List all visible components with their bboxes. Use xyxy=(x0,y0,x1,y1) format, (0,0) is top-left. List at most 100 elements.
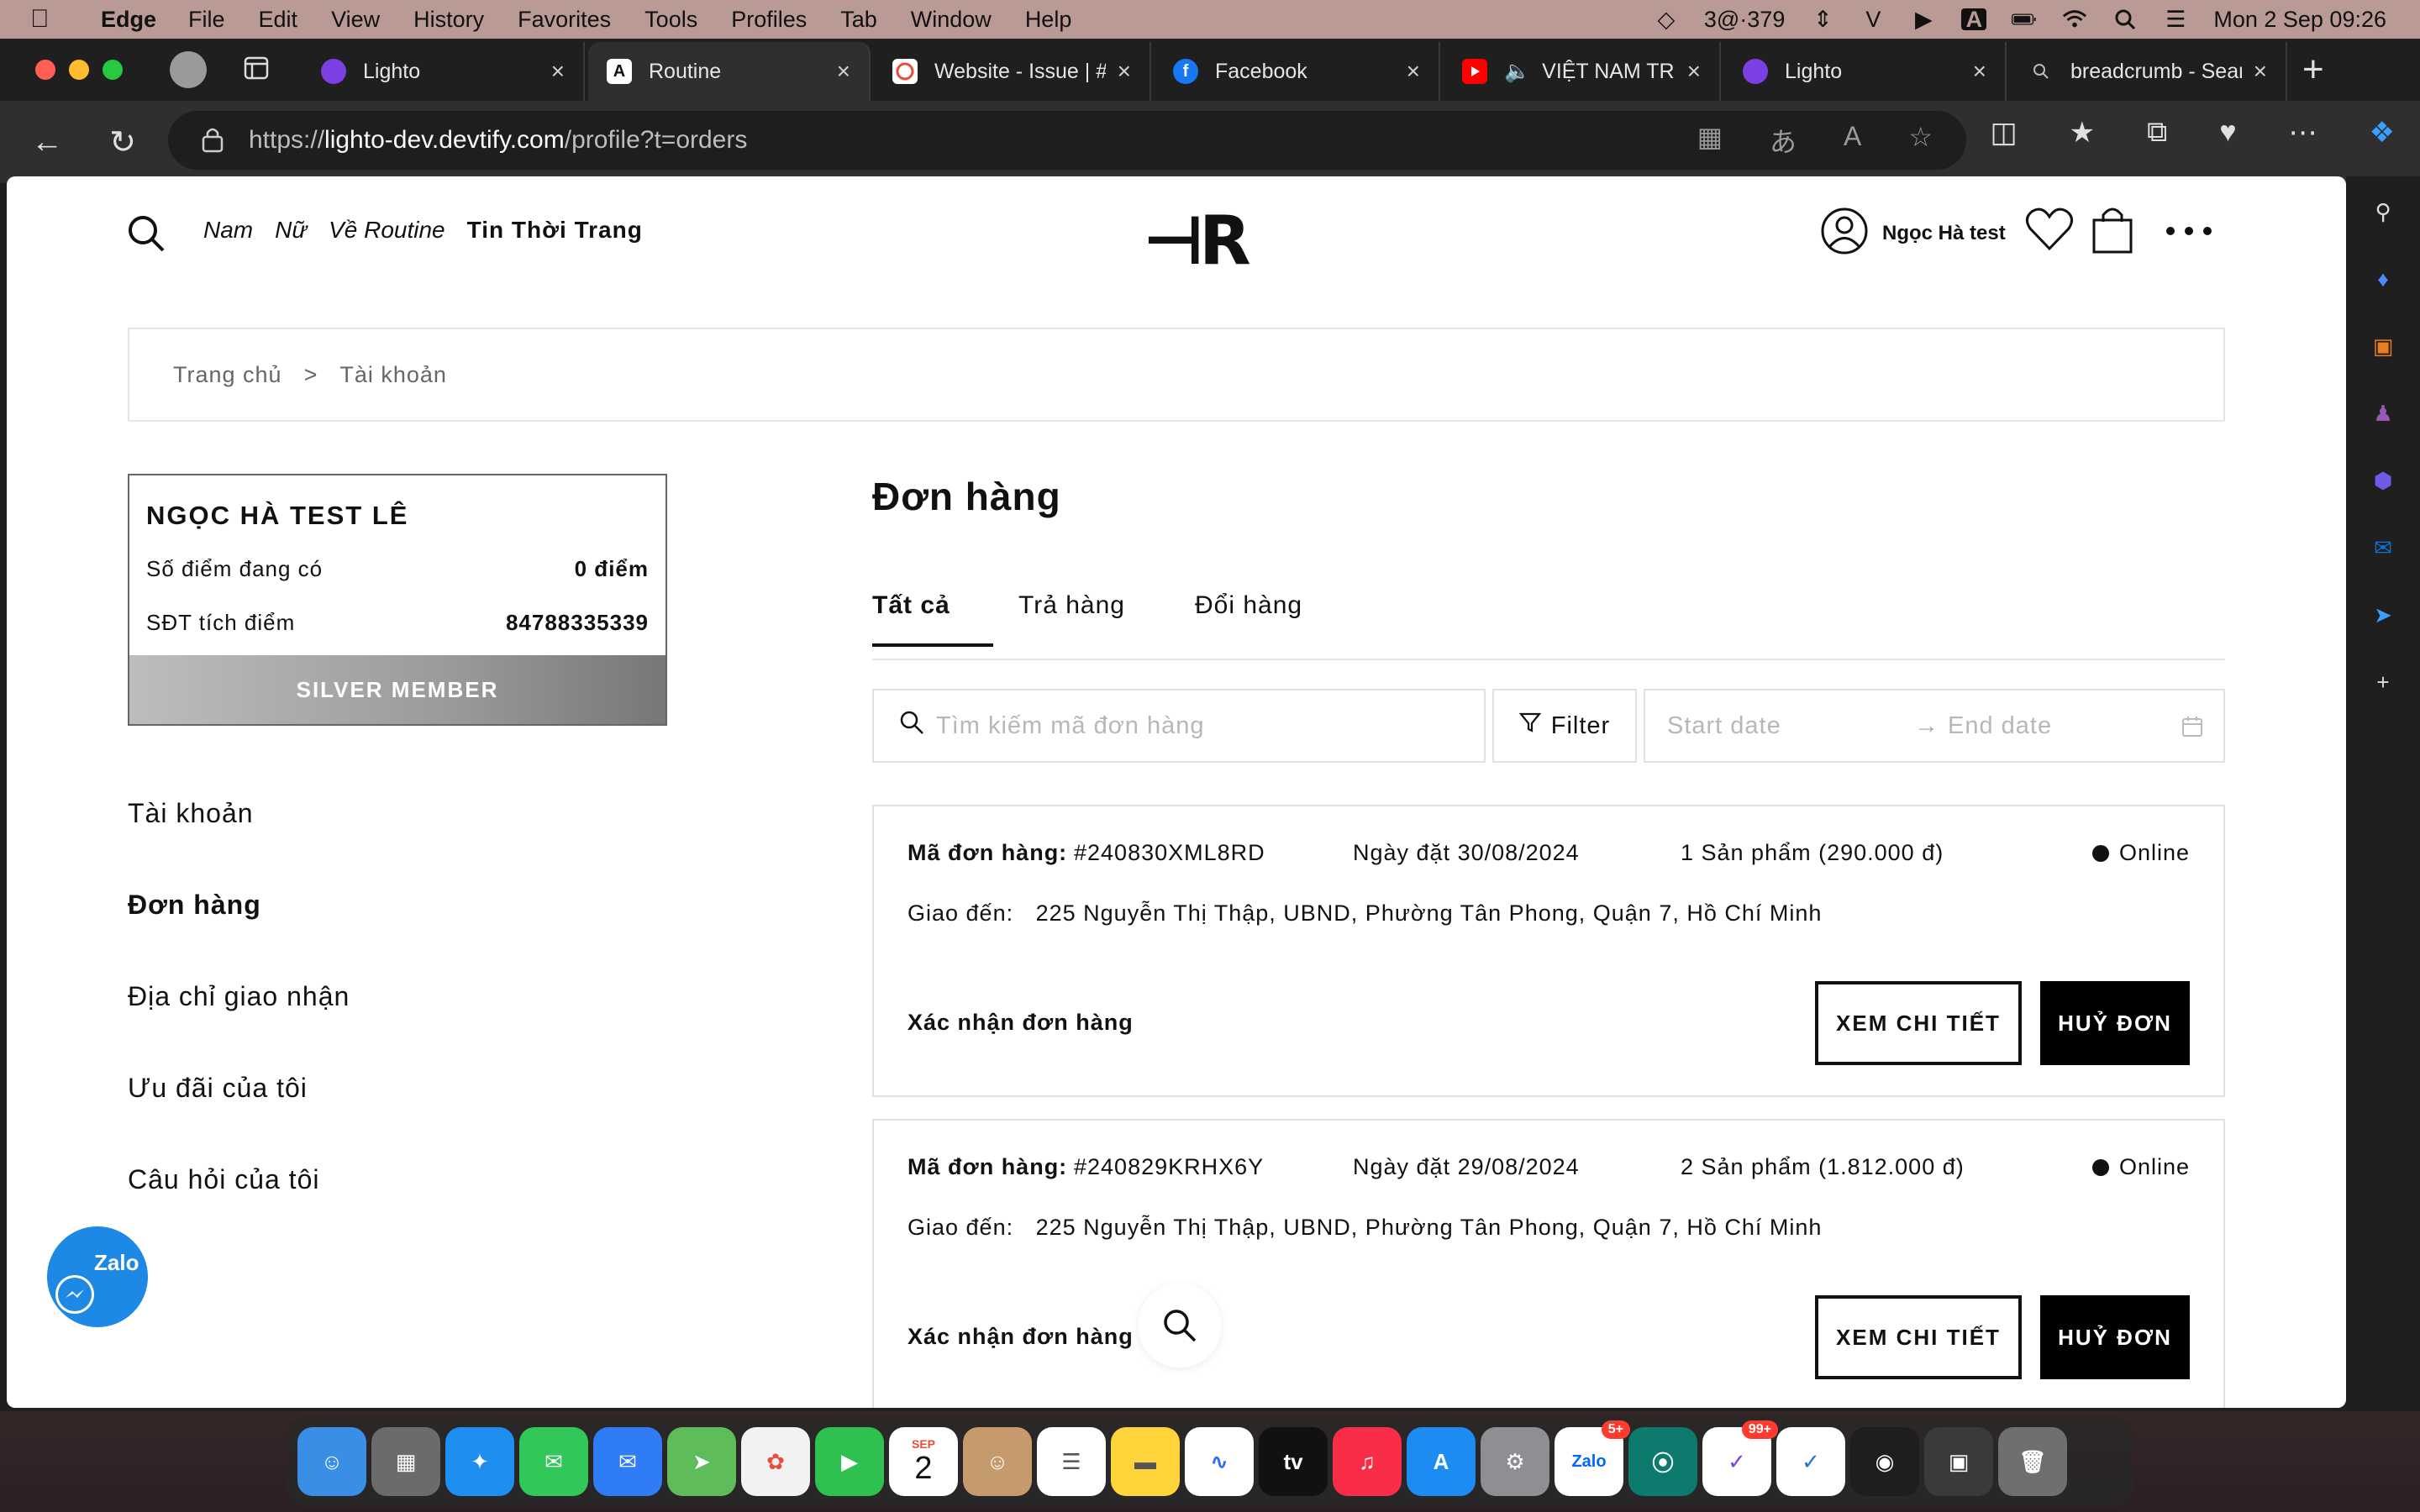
close-tab-icon[interactable]: × xyxy=(837,58,850,85)
finder-icon[interactable]: ☺ xyxy=(297,1427,366,1496)
apple-icon[interactable]:  xyxy=(30,5,67,34)
outlook-icon[interactable]: ✉ xyxy=(2366,531,2400,564)
refresh-icon[interactable]: ↻ xyxy=(97,123,148,161)
spotlight-search-icon[interactable] xyxy=(2112,8,2138,30)
favorites-icon[interactable]: ★ xyxy=(2070,116,2095,150)
menu-tools[interactable]: Tools xyxy=(644,7,697,33)
browser-tab-6[interactable]: Lighto × xyxy=(1724,42,2007,101)
menu-view[interactable]: View xyxy=(331,7,380,33)
close-tab-icon[interactable]: × xyxy=(1118,58,1131,85)
figma-icon[interactable]: ◉ xyxy=(1850,1427,1919,1496)
nav-fashion-news[interactable]: Tin Thời Trang xyxy=(467,217,643,244)
shopping-tag-icon[interactable]: ♦ xyxy=(2366,262,2400,296)
date-range-picker[interactable]: Start date → End date xyxy=(1644,689,2225,763)
input-source-icon[interactable]: A xyxy=(1961,7,1987,32)
play-circle-icon[interactable]: ▶ xyxy=(1911,7,1936,32)
view-detail-button[interactable]: XEM CHI TIẾT xyxy=(1815,1295,2022,1379)
menu-history[interactable]: History xyxy=(413,7,484,33)
mail-icon[interactable]: ✉ xyxy=(593,1427,662,1496)
tab-exchanges[interactable]: Đổi hàng xyxy=(1195,591,1302,620)
app-store-icon[interactable]: A xyxy=(1407,1427,1476,1496)
view-detail-button[interactable]: XEM CHI TIẾT xyxy=(1815,981,2022,1065)
close-tab-icon[interactable]: × xyxy=(1407,58,1420,85)
menu-file[interactable]: File xyxy=(188,7,225,33)
split-screen-icon[interactable]: ◫ xyxy=(1990,116,2017,150)
apple-tv-icon[interactable]: tv xyxy=(1259,1427,1328,1496)
calendar-icon[interactable]: SEP 2 xyxy=(889,1427,958,1496)
freeform-icon[interactable]: ∿ xyxy=(1185,1427,1254,1496)
copilot-sidebar-icon[interactable]: ⬢ xyxy=(2366,464,2400,497)
browser-tab-1[interactable]: Lighto × xyxy=(302,42,585,101)
menu-item-account[interactable]: Tài khoản xyxy=(128,798,350,829)
start-date-field[interactable]: Start date xyxy=(1667,712,1781,740)
launchpad-icon[interactable]: ▦ xyxy=(371,1427,440,1496)
order-search-input[interactable]: Tìm kiếm mã đơn hàng xyxy=(872,689,1486,763)
reminders-icon[interactable]: ☰ xyxy=(1037,1427,1106,1496)
search-icon[interactable] xyxy=(126,213,166,254)
nav-nu[interactable]: Nữ xyxy=(275,217,307,244)
shopping-bag-icon[interactable] xyxy=(2091,203,2134,255)
messenger-icon[interactable] xyxy=(55,1275,94,1314)
end-date-field[interactable]: End date xyxy=(1948,712,2052,740)
close-tab-icon[interactable]: × xyxy=(1687,58,1701,85)
close-tab-icon[interactable]: × xyxy=(2254,58,2267,85)
breadcrumb-home[interactable]: Trang chủ xyxy=(173,362,282,388)
apps-icon[interactable]: ▦ xyxy=(1697,121,1723,160)
menu-item-orders[interactable]: Đơn hàng xyxy=(128,890,350,921)
edge-icon[interactable]: ⦿ xyxy=(1628,1427,1697,1496)
profile-avatar-icon[interactable] xyxy=(170,51,207,88)
control-center-icon[interactable]: ☰ xyxy=(2163,7,2188,32)
menu-favorites[interactable]: Favorites xyxy=(518,7,611,33)
browser-tab-2[interactable]: A Routine × xyxy=(588,42,871,101)
screenshot-folder-icon[interactable]: ▣ xyxy=(1924,1427,1993,1496)
add-sidebar-icon[interactable]: + xyxy=(2366,665,2400,699)
arrows-updown-icon[interactable]: ⇕ xyxy=(1810,7,1835,32)
filter-button[interactable]: Filter xyxy=(1492,689,1637,763)
system-settings-icon[interactable]: ⚙ xyxy=(1481,1427,1549,1496)
clickup-icon[interactable]: ✓ 99+ xyxy=(1702,1420,1778,1496)
floating-search-icon[interactable] xyxy=(1138,1284,1222,1368)
favorite-star-icon[interactable]: ☆ xyxy=(1908,121,1933,160)
photos-icon[interactable]: ✿ xyxy=(741,1427,810,1496)
new-tab-icon[interactable]: + xyxy=(2302,49,2324,91)
site-logo[interactable]: ⊣R xyxy=(1143,202,1251,280)
zoom-window-button[interactable] xyxy=(103,60,123,80)
tools-icon[interactable]: ▣ xyxy=(2366,329,2400,363)
lock-icon[interactable] xyxy=(202,126,224,153)
nav-nam[interactable]: Nam xyxy=(203,217,253,244)
mail-client-icon[interactable]: ✓ xyxy=(1776,1427,1845,1496)
safari-icon[interactable]: ✦ xyxy=(445,1427,514,1496)
games-icon[interactable]: ♟ xyxy=(2366,396,2400,430)
menu-edit[interactable]: Edit xyxy=(259,7,298,33)
v-app-icon[interactable]: V xyxy=(1860,7,1886,32)
close-window-button[interactable] xyxy=(35,60,55,80)
translate-icon[interactable]: あ xyxy=(1770,121,1797,160)
search-icon[interactable]: ⚲ xyxy=(2366,195,2400,228)
browser-tab-7[interactable]: breadcrumb - Sear × xyxy=(2010,42,2287,101)
collections-icon[interactable]: ⧉ xyxy=(2147,116,2167,150)
close-tab-icon[interactable]: × xyxy=(551,58,565,85)
menu-item-addresses[interactable]: Địa chỉ giao nhận xyxy=(128,981,350,1012)
nav-about[interactable]: Về Routine xyxy=(329,217,445,244)
settings-more-icon[interactable]: ⋯ xyxy=(2289,116,2317,150)
contacts-icon[interactable]: ☺ xyxy=(963,1427,1032,1496)
figma-status-icon[interactable]: ◇ xyxy=(1654,7,1679,32)
speaker-icon[interactable]: 🔈 xyxy=(1504,60,1530,84)
facetime-icon[interactable]: ▶ xyxy=(815,1427,884,1496)
close-tab-icon[interactable]: × xyxy=(1973,58,1986,85)
minimize-window-button[interactable] xyxy=(69,60,89,80)
menu-help[interactable]: Help xyxy=(1025,7,1072,33)
menu-item-offers[interactable]: Ưu đãi của tôi xyxy=(128,1073,350,1104)
copilot-icon[interactable]: ❖ xyxy=(2370,116,2395,150)
menu-profiles[interactable]: Profiles xyxy=(731,7,807,33)
menu-window[interactable]: Window xyxy=(911,7,992,33)
zalo-chat-widget[interactable]: Zalo xyxy=(47,1226,148,1327)
menubar-clock[interactable]: Mon 2 Sep 09:26 xyxy=(2213,7,2386,33)
browser-essentials-icon[interactable]: ♥ xyxy=(2219,116,2236,150)
cancel-order-button[interactable]: HUỶ ĐƠN xyxy=(2040,1295,2190,1379)
zalo-app-icon[interactable]: Zalo 5+ xyxy=(1555,1420,1630,1496)
browser-tab-3[interactable]: Website - Issue | # × xyxy=(874,42,1151,101)
send-icon[interactable]: ➤ xyxy=(2366,598,2400,632)
status-text[interactable]: 3@·379 xyxy=(1704,7,1785,33)
address-bar[interactable]: https:// lighto-dev.devtify.com /profile… xyxy=(168,111,1966,170)
